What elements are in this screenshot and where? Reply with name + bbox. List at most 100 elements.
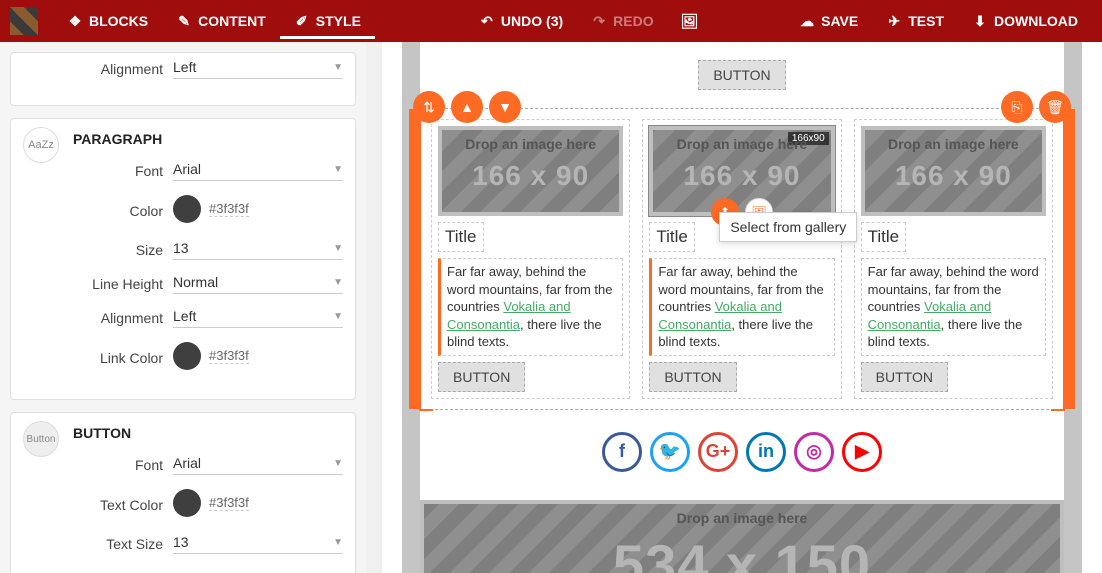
test-button[interactable]: ✈ TEST [872, 3, 958, 39]
lineheight-label: Line Height [23, 276, 173, 292]
undo-label: UNDO (3) [501, 13, 563, 29]
instagram-icon[interactable]: ◎ [794, 432, 834, 472]
gallery-button[interactable]: 🖼 [668, 3, 712, 39]
column-1[interactable]: Drop an image here166 x 90 Title Far far… [431, 119, 630, 399]
color-value[interactable]: #3f3f3f [209, 201, 249, 217]
tab-content-label: CONTENT [198, 13, 266, 29]
alignment-label: Alignment [23, 61, 173, 77]
chevron-down-icon: ▼ [333, 311, 343, 322]
alignment-label: Alignment [23, 310, 173, 326]
column-2[interactable]: 166x90 Drop an image here166 x 90 ⬆ 🖼 Se… [642, 119, 841, 399]
paragraph-preview-icon: AaZz [23, 127, 59, 163]
column-button[interactable]: BUTTON [861, 362, 948, 392]
undo-button[interactable]: ↶ UNDO (3) [465, 3, 577, 39]
title-element[interactable]: Title [438, 222, 484, 252]
font-label: Font [23, 163, 173, 179]
down-handle[interactable]: ▼ [489, 91, 521, 123]
title-element[interactable]: Title [649, 222, 695, 252]
redo-icon: ↷ [591, 13, 607, 29]
blocks-icon: ❖ [67, 13, 83, 29]
cloud-icon: ☁ [799, 13, 815, 29]
chevron-down-icon: ▼ [333, 243, 343, 254]
lineheight-select[interactable]: Normal▼ [173, 274, 343, 294]
textcolor-value[interactable]: #3f3f3f [209, 495, 249, 511]
font-select[interactable]: Arial▼ [173, 161, 343, 181]
color-swatch[interactable] [173, 489, 201, 517]
column-button[interactable]: BUTTON [649, 362, 736, 392]
size-select[interactable]: 13▼ [173, 240, 343, 260]
alignment-select[interactable]: Left▼ [173, 59, 343, 79]
image-placeholder-large[interactable]: Drop an image here534 x 150 [420, 500, 1064, 573]
style-sidebar: Alignment Left▼ AaZz PARAGRAPH FontArial… [0, 42, 366, 573]
twitter-icon[interactable]: 🐦 [650, 432, 690, 472]
social-block[interactable]: f 🐦 G+ in ◎ ▶ [420, 410, 1064, 494]
column-3[interactable]: Drop an image here166 x 90 Title Far far… [854, 119, 1053, 399]
selected-block[interactable]: ⇅ ▲ ▼ ⎘ 🗑 Drop an image here166 x 90 [420, 108, 1064, 410]
chevron-down-icon: ▼ [333, 537, 343, 548]
color-label: Color [23, 203, 173, 219]
redo-button[interactable]: ↷ REDO [577, 3, 667, 39]
linkcolor-label: Link Color [23, 350, 173, 366]
panel-paragraph: AaZz PARAGRAPH FontArial▼ Color #3f3f3f S… [10, 118, 356, 400]
youtube-icon[interactable]: ▶ [842, 432, 882, 472]
text-element[interactable]: Far far away, behind the word mountains,… [438, 258, 623, 356]
redo-label: REDO [613, 13, 653, 29]
save-button[interactable]: ☁SAVE [785, 3, 872, 39]
color-swatch[interactable] [173, 195, 201, 223]
chevron-down-icon: ▼ [333, 164, 343, 175]
textsize-label: Text Size [23, 536, 173, 552]
facebook-icon[interactable]: f [602, 432, 642, 472]
color-picker[interactable]: #3f3f3f [173, 195, 343, 226]
tab-content[interactable]: ✎CONTENT [162, 3, 280, 39]
alignment-select[interactable]: Left▼ [173, 308, 343, 328]
size-label: Size [23, 242, 173, 258]
tab-style[interactable]: ✐ STYLE [280, 3, 375, 39]
delete-button[interactable]: 🗑 [1039, 91, 1071, 123]
linkcolor-picker[interactable]: #3f3f3f [173, 342, 343, 373]
chevron-down-icon: ▼ [333, 62, 343, 73]
test-label: TEST [908, 13, 944, 29]
large-image-block[interactable]: Drop an image here534 x 150 [420, 500, 1064, 573]
paragraph-title: PARAGRAPH [73, 131, 343, 147]
tab-style-label: STYLE [316, 13, 361, 29]
app-logo[interactable] [10, 7, 38, 35]
download-icon: ⬇ [972, 13, 988, 29]
undo-icon: ↶ [479, 13, 495, 29]
send-icon: ✈ [886, 13, 902, 29]
font-label: Font [23, 457, 173, 473]
tab-blocks-label: BLOCKS [89, 13, 148, 29]
canvas-button[interactable]: BUTTON [698, 60, 785, 90]
textsize-select[interactable]: 13▼ [173, 534, 343, 554]
main-toolbar: ❖BLOCKS ✎CONTENT ✐STYLE ↶UNDO (3) ↷REDO … [0, 0, 1102, 42]
linkcolor-value[interactable]: #3f3f3f [209, 348, 249, 364]
duplicate-button[interactable]: ⎘ [1001, 91, 1033, 123]
chevron-down-icon: ▼ [333, 458, 343, 469]
up-handle[interactable]: ▲ [451, 91, 483, 123]
download-button[interactable]: ⬇ DOWNLOAD [958, 3, 1092, 39]
chevron-down-icon: ▼ [333, 277, 343, 288]
button-title: BUTTON [73, 425, 343, 441]
move-handle[interactable]: ⇅ [413, 91, 445, 123]
tab-blocks[interactable]: ❖ BLOCKS [53, 3, 162, 39]
image-placeholder[interactable]: Drop an image here166 x 90 [438, 126, 623, 216]
brush-icon: ✐ [294, 13, 310, 29]
column-button[interactable]: BUTTON [438, 362, 525, 392]
button-preview-icon: Button [23, 421, 59, 457]
title-element[interactable]: Title [861, 222, 907, 252]
panel-button: Button BUTTON FontArial▼ Text Color #3f3f… [10, 412, 356, 573]
text-element[interactable]: Far far away, behind the word mountains,… [649, 258, 834, 356]
sidebar-scrollbar[interactable] [366, 42, 382, 573]
font-select[interactable]: Arial▼ [173, 455, 343, 475]
googleplus-icon[interactable]: G+ [698, 432, 738, 472]
gallery-tooltip: Select from gallery [719, 212, 857, 242]
color-swatch[interactable] [173, 342, 201, 370]
linkedin-icon[interactable]: in [746, 432, 786, 472]
image-placeholder[interactable]: Drop an image here166 x 90 [861, 126, 1046, 216]
image-placeholder-selected[interactable]: 166x90 Drop an image here166 x 90 ⬆ 🖼 [649, 126, 834, 216]
textcolor-picker[interactable]: #3f3f3f [173, 489, 343, 520]
text-element[interactable]: Far far away, behind the word mountains,… [861, 258, 1046, 356]
canvas-area[interactable]: BUTTON ⇅ ▲ ▼ ⎘ 🗑 [382, 42, 1102, 573]
panel-top: Alignment Left▼ [10, 52, 356, 106]
textcolor-label: Text Color [23, 497, 173, 513]
download-label: DOWNLOAD [994, 13, 1078, 29]
